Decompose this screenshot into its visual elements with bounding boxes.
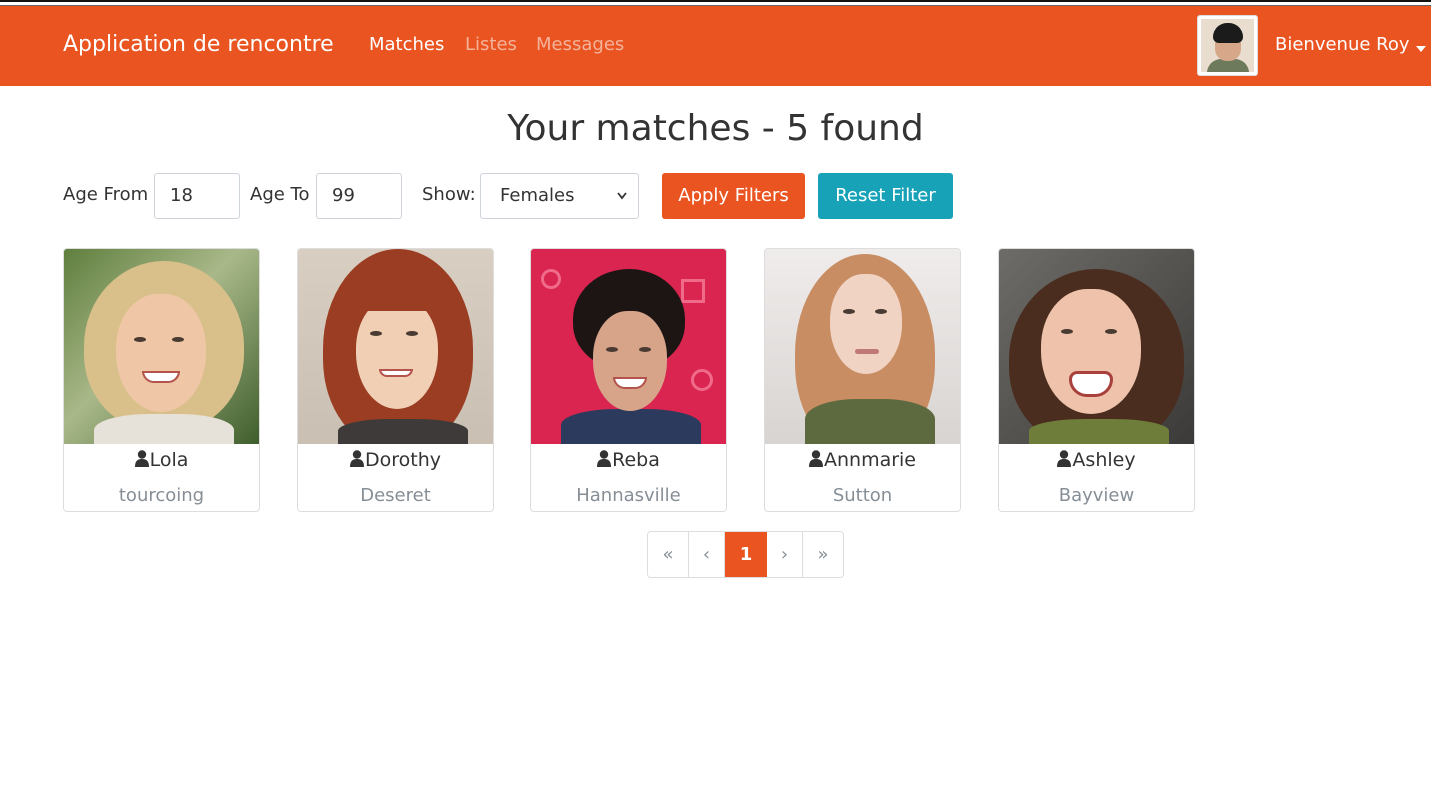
user-icon — [134, 450, 149, 467]
member-card[interactable]: Ashley Bayview — [998, 248, 1195, 512]
member-card[interactable]: Lola tourcoing — [63, 248, 260, 512]
nav-link-messages[interactable]: Messages — [536, 34, 624, 55]
member-name-text: Lola — [149, 449, 189, 471]
member-city: Bayview — [1058, 485, 1135, 506]
age-to-input[interactable]: 99 — [316, 173, 402, 219]
member-name[interactable]: Annmarie — [765, 449, 960, 471]
member-photo[interactable] — [999, 249, 1194, 444]
member-photo[interactable] — [298, 249, 493, 444]
gender-select-value: Females — [500, 185, 575, 206]
member-photo[interactable] — [765, 249, 960, 444]
pagination-last[interactable]: » — [803, 532, 843, 577]
age-from-input[interactable]: 18 — [154, 173, 240, 219]
member-photo[interactable] — [531, 249, 726, 444]
member-card[interactable]: Reba Hannasville — [530, 248, 727, 512]
user-icon — [1057, 450, 1072, 467]
member-city: Hannasville — [576, 485, 681, 506]
age-from-label: Age From — [63, 184, 149, 205]
member-city: tourcoing — [118, 485, 205, 506]
age-to-label: Age To — [250, 184, 310, 205]
reset-filter-button[interactable]: Reset Filter — [818, 173, 953, 219]
member-name-text: Reba — [612, 449, 660, 471]
user-dropdown-toggle[interactable]: Bienvenue Roy — [1275, 34, 1410, 55]
pagination: « ‹ 1 › » — [647, 531, 844, 578]
gender-select[interactable]: Females — [480, 173, 639, 219]
apply-filters-button[interactable]: Apply Filters — [662, 173, 805, 219]
user-icon — [349, 450, 364, 467]
pagination-first[interactable]: « — [648, 532, 689, 577]
member-card[interactable]: Dorothy Deseret — [297, 248, 494, 512]
member-name-text: Dorothy — [364, 449, 441, 471]
member-name[interactable]: Ashley — [999, 449, 1194, 471]
member-name[interactable]: Dorothy — [298, 449, 493, 471]
pagination-page-1[interactable]: 1 — [725, 532, 767, 577]
member-name[interactable]: Lola — [64, 449, 259, 471]
show-label: Show: — [422, 184, 476, 205]
member-name-text: Ashley — [1072, 449, 1136, 471]
nav-link-matches[interactable]: Matches — [369, 34, 444, 55]
user-avatar[interactable] — [1197, 15, 1258, 76]
page-title: Your matches - 5 found — [507, 108, 924, 149]
brand-link[interactable]: Application de rencontre — [63, 32, 334, 57]
pagination-prev[interactable]: ‹ — [689, 532, 725, 577]
member-photo[interactable] — [64, 249, 259, 444]
member-card[interactable]: Annmarie Sutton — [764, 248, 961, 512]
pagination-next[interactable]: › — [767, 532, 803, 577]
member-city: Deseret — [360, 485, 431, 506]
navbar: Application de rencontre Matches Listes … — [0, 6, 1431, 86]
user-icon — [597, 450, 612, 467]
nav-link-listes[interactable]: Listes — [465, 34, 517, 55]
user-icon — [808, 450, 823, 467]
chevron-down-icon — [616, 174, 628, 236]
member-name-text: Annmarie — [823, 449, 916, 471]
caret-down-icon[interactable] — [1416, 46, 1426, 52]
member-name[interactable]: Reba — [531, 449, 726, 471]
member-city: Sutton — [832, 485, 893, 506]
